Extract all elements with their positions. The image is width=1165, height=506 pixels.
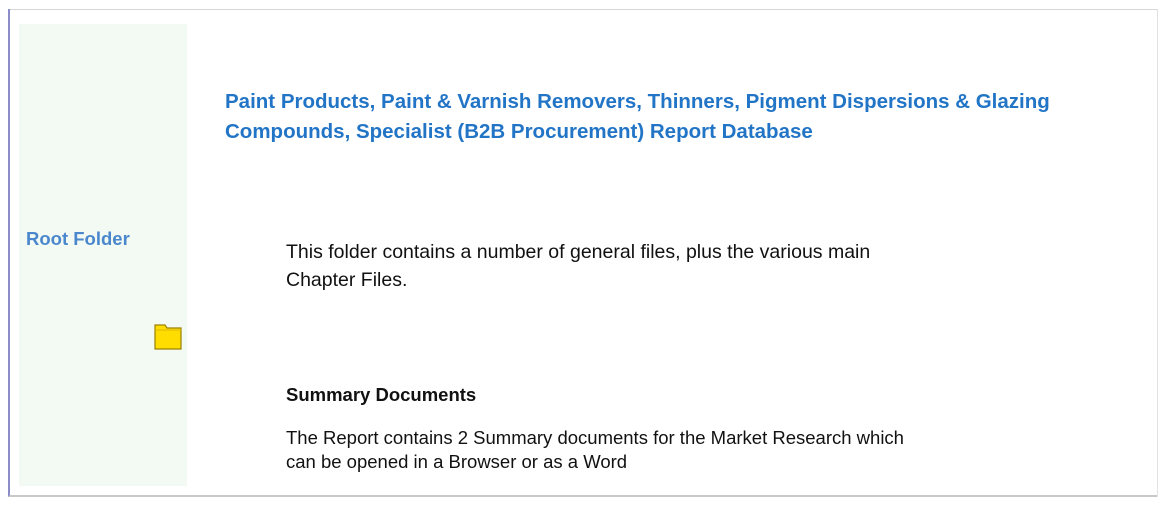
- sidebar: [19, 24, 187, 486]
- folder-icon[interactable]: [154, 320, 182, 350]
- page-title: Paint Products, Paint & Varnish Removers…: [225, 90, 1050, 143]
- frame-right-border: [1157, 9, 1158, 497]
- summary-documents-text: The Report contains 2 Summary documents …: [286, 427, 904, 472]
- intro-text: This folder contains a number of general…: [286, 241, 871, 291]
- summary-documents-heading: Summary Documents: [286, 384, 477, 405]
- root-folder-label: Root Folder: [26, 228, 130, 249]
